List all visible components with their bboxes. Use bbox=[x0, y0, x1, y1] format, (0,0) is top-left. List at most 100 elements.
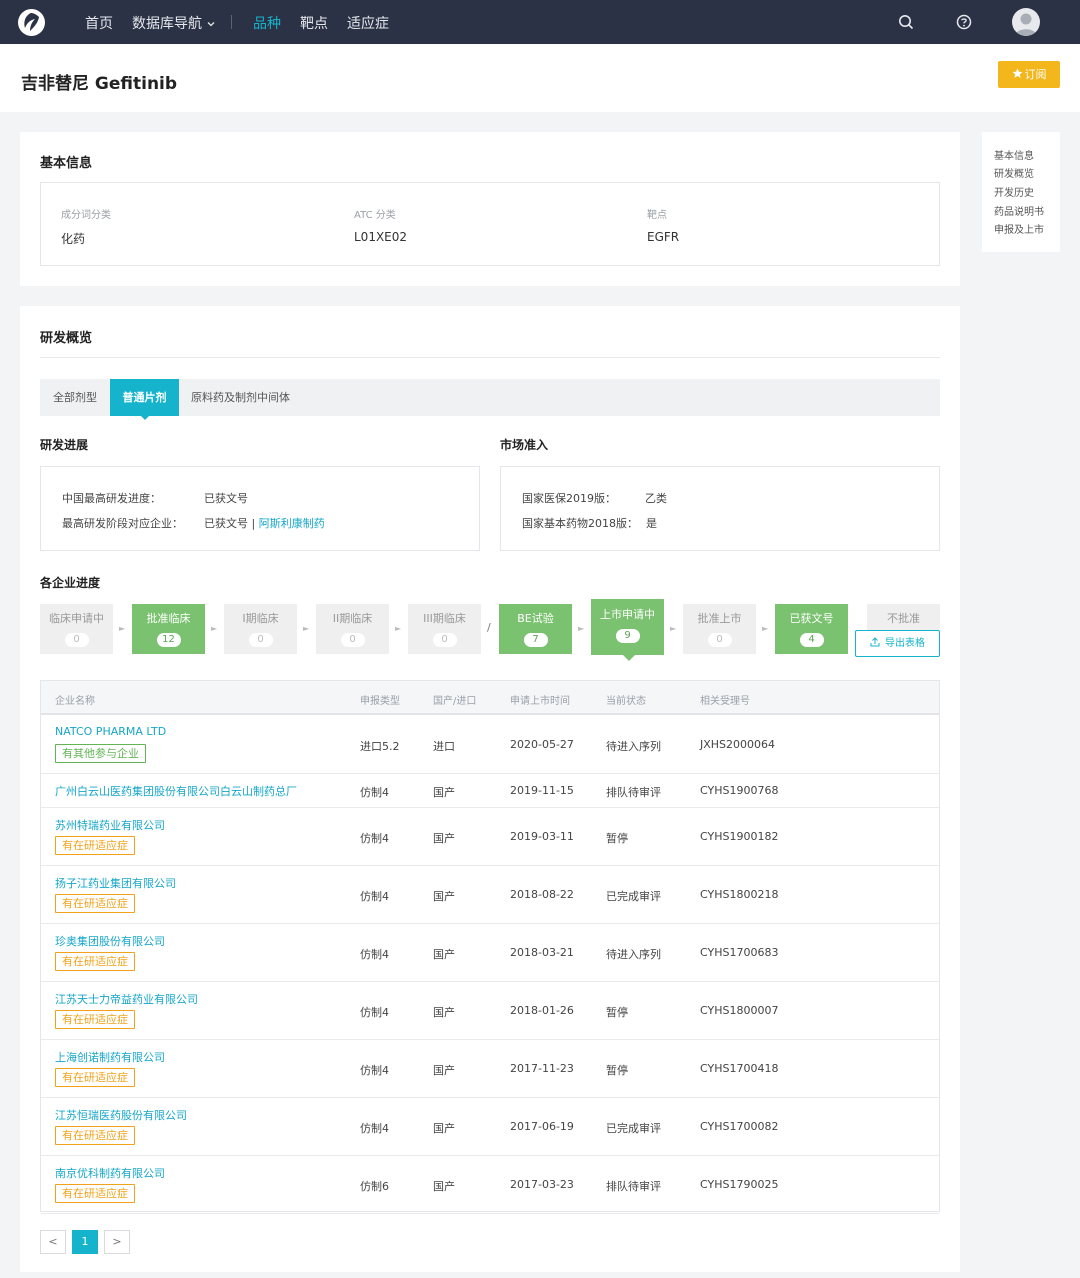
table-row[interactable]: 江苏天士力帝益药业有限公司 有在研适应症 仿制4 国产 2018-01-26 暂停 CYHS… bbox=[41, 982, 939, 1040]
cell-origin: 国产 bbox=[433, 1064, 455, 1077]
stage-count: 4 bbox=[799, 633, 824, 647]
overview-title: 研发概览 bbox=[40, 331, 93, 346]
company-name[interactable]: 苏州特瑞药业有限公司 bbox=[55, 817, 165, 833]
cell-code-link[interactable]: JXHS2000064 bbox=[700, 738, 775, 751]
company-table: 企业名称 申报类型 国产/进口 申请上市时间 当前状态 相关受理号 NATCO … bbox=[40, 680, 940, 1214]
company-tag: 有在研适应症 bbox=[55, 952, 135, 971]
table-row[interactable]: 江苏恒瑞医药股份有限公司 有在研适应症 仿制4 国产 2017-06-19 已完成审评 CY… bbox=[41, 1098, 939, 1156]
stage-count: 12 bbox=[156, 633, 181, 647]
stage-label: BE试验 bbox=[517, 612, 554, 625]
cell-code-link[interactable]: CYHS1800218 bbox=[700, 888, 778, 901]
progress-value-company: 已获文号 | 阿斯利康制药 bbox=[204, 515, 325, 531]
company-name[interactable]: 扬子江药业集团有限公司 bbox=[55, 875, 176, 891]
tab-all-dosage[interactable]: 全部剂型 bbox=[53, 379, 97, 416]
nav-item-home[interactable]: 首页 bbox=[85, 13, 113, 33]
cell-code-link[interactable]: CYHS1900182 bbox=[700, 830, 778, 843]
cell-code-link[interactable]: CYHS1700418 bbox=[700, 1062, 778, 1075]
cell-type: 仿制4 bbox=[360, 832, 389, 845]
progress-label-company: 最高研发阶段对应企业： bbox=[62, 517, 183, 530]
company-name[interactable]: 上海创诺制药有限公司 bbox=[55, 1049, 165, 1065]
company-name[interactable]: NATCO PHARMA LTD bbox=[55, 725, 166, 738]
cell-status: 暂停 bbox=[606, 1064, 628, 1077]
cell-code-link[interactable]: CYHS1700683 bbox=[700, 946, 778, 959]
export-button[interactable]: 导出表格 bbox=[855, 630, 940, 657]
stage-license-obtained[interactable]: 已获文号 4 bbox=[775, 604, 848, 654]
cell-code-link[interactable]: CYHS1800007 bbox=[700, 1004, 778, 1017]
company-name[interactable]: 广州白云山医药集团股份有限公司白云山制药总厂 bbox=[55, 783, 297, 799]
toc-item-basic-info[interactable]: 基本信息 bbox=[994, 147, 1034, 162]
stage-market-approved[interactable]: 批准上市 0 bbox=[683, 604, 756, 654]
active-stage-caret bbox=[623, 655, 635, 661]
cell-origin: 国产 bbox=[433, 786, 455, 799]
stage-count: 7 bbox=[523, 633, 548, 647]
table-row[interactable]: 扬子江药业集团有限公司 有在研适应症 仿制4 国产 2018-08-22 已完成审评 CYH… bbox=[41, 866, 939, 924]
company-name[interactable]: 江苏天士力帝益药业有限公司 bbox=[55, 991, 198, 1007]
table-row[interactable]: 南京优科制药有限公司 有在研适应症 仿制6 国产 2017-03-23 排队待审评 CYHS… bbox=[41, 1156, 939, 1214]
company-tag: 有在研适应症 bbox=[55, 1010, 135, 1029]
active-tab-caret bbox=[140, 415, 150, 420]
field-value-atc: L01XE02 bbox=[354, 230, 408, 244]
cell-code-link[interactable]: CYHS1900768 bbox=[700, 784, 778, 797]
company-name[interactable]: 南京优科制药有限公司 bbox=[55, 1165, 165, 1181]
tab-api-intermediate[interactable]: 原料药及制剂中间体 bbox=[191, 379, 290, 416]
pagination-next[interactable]: > bbox=[104, 1230, 130, 1254]
stage-clinical-application[interactable]: 临床申请中 0 bbox=[40, 604, 113, 654]
company-link[interactable]: 阿斯利康制药 bbox=[259, 517, 325, 530]
th-code: 相关受理号 bbox=[700, 696, 750, 707]
cell-type: 仿制4 bbox=[360, 1064, 389, 1077]
stage-not-approved[interactable]: 不批准 bbox=[867, 604, 940, 630]
pagination-page-1[interactable]: 1 bbox=[72, 1230, 98, 1254]
avatar[interactable] bbox=[1012, 8, 1040, 36]
market-title: 市场准入 bbox=[500, 438, 549, 452]
market-value-essential[interactable]: 是 bbox=[646, 515, 657, 531]
stage-market-application[interactable]: 上市申请中 9 bbox=[591, 599, 664, 655]
company-name[interactable]: 珍奥集团股份有限公司 bbox=[55, 933, 165, 949]
progress-box: 中国最高研发进度： 已获文号 最高研发阶段对应企业： 已获文号 | 阿斯利康制药 bbox=[40, 466, 480, 551]
pagination-prev[interactable]: < bbox=[40, 1230, 66, 1254]
market-value-insurance[interactable]: 乙类 bbox=[645, 490, 667, 506]
cell-origin: 国产 bbox=[433, 948, 455, 961]
cell-code-link[interactable]: CYHS1790025 bbox=[700, 1178, 778, 1191]
divider bbox=[40, 357, 940, 358]
toc-item-overview[interactable]: 研发概览 bbox=[994, 165, 1034, 180]
stage-phase-3[interactable]: III期临床 0 bbox=[408, 604, 481, 654]
cell-code-link[interactable]: CYHS1700082 bbox=[700, 1120, 778, 1133]
stage-phase-1[interactable]: I期临床 0 bbox=[224, 604, 297, 654]
cell-status: 暂停 bbox=[606, 832, 628, 845]
toc-item-history[interactable]: 开发历史 bbox=[994, 184, 1034, 199]
company-name[interactable]: 江苏恒瑞医药股份有限公司 bbox=[55, 1107, 187, 1123]
stage-clinical-approved[interactable]: 批准临床 12 bbox=[132, 604, 205, 654]
nav-item-varieties[interactable]: 品种 bbox=[253, 13, 281, 33]
table-row[interactable]: 上海创诺制药有限公司 有在研适应症 仿制4 国产 2017-11-23 暂停 CYHS170… bbox=[41, 1040, 939, 1098]
cell-status: 已完成审评 bbox=[606, 1122, 661, 1135]
cell-date: 2018-08-22 bbox=[510, 888, 574, 901]
nav-item-targets[interactable]: 靶点 bbox=[300, 13, 328, 33]
table-row[interactable]: 苏州特瑞药业有限公司 有在研适应症 仿制4 国产 2019-03-11 暂停 CYHS190… bbox=[41, 808, 939, 866]
market-label-insurance: 国家医保2019版： bbox=[522, 492, 616, 505]
cell-date: 2018-03-21 bbox=[510, 946, 574, 959]
table-row[interactable]: NATCO PHARMA LTD 有其他参与企业 进口5.2 进口 2020-05-27… bbox=[41, 716, 939, 774]
help-icon[interactable] bbox=[955, 13, 973, 31]
toc-item-filing[interactable]: 申报及上市 bbox=[994, 221, 1044, 236]
table-row[interactable]: 珍奥集团股份有限公司 有在研适应症 仿制4 国产 2018-03-21 待进入序列 CYHS… bbox=[41, 924, 939, 982]
subscribe-button[interactable]: 订阅 bbox=[998, 61, 1060, 88]
toc-item-label[interactable]: 药品说明书 bbox=[994, 203, 1044, 218]
stage-be-trial[interactable]: BE试验 7 bbox=[499, 604, 572, 654]
stage-phase-2[interactable]: II期临床 0 bbox=[316, 604, 389, 654]
stage-label: I期临床 bbox=[242, 612, 279, 625]
company-tag: 有在研适应症 bbox=[55, 836, 135, 855]
stage-count: 0 bbox=[248, 633, 273, 647]
arrow-icon: ► bbox=[395, 624, 402, 633]
tab-tablet[interactable]: 普通片剂 bbox=[110, 379, 179, 416]
search-icon[interactable] bbox=[897, 13, 915, 31]
stage-label: 临床申请中 bbox=[49, 612, 104, 625]
table-row[interactable]: 广州白云山医药集团股份有限公司白云山制药总厂 仿制4 国产 2019-11-15 排队待… bbox=[41, 774, 939, 808]
nav-item-database[interactable]: 数据库导航 bbox=[132, 13, 215, 33]
cell-date: 2017-03-23 bbox=[510, 1178, 574, 1191]
cell-status: 已完成审评 bbox=[606, 890, 661, 903]
progress-value-status: 已获文号 | bbox=[204, 517, 259, 530]
logo[interactable] bbox=[18, 9, 45, 36]
logo-icon bbox=[24, 13, 39, 31]
nav-item-indications[interactable]: 适应症 bbox=[347, 13, 389, 33]
cell-status: 暂停 bbox=[606, 1006, 628, 1019]
